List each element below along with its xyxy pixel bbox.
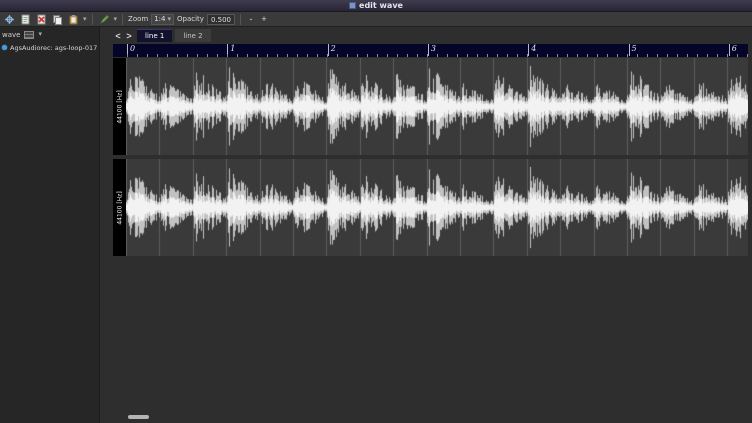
waveform-canvas-1[interactable]	[126, 159, 748, 256]
window-title: edit wave	[359, 1, 403, 10]
clear-button[interactable]	[35, 13, 48, 26]
window-icon	[349, 2, 356, 9]
tool-menu-button[interactable]	[98, 13, 111, 26]
wave-toolbar: ▾ ▾ Zoom 1:4 ▾ Opacity 0.500 - +	[0, 12, 752, 27]
wave-channel-0: 44100 [Hz]	[113, 58, 748, 155]
machine-radio-icon[interactable]	[2, 45, 7, 50]
tool-dropdown-arrow-icon[interactable]: ▾	[114, 13, 118, 26]
tab-bar: < > line 1 line 2	[113, 28, 211, 42]
sidebar-title: wave	[2, 31, 20, 39]
wave-grid-icon[interactable]	[24, 31, 34, 39]
tab-scroll-right-button[interactable]: >	[124, 29, 134, 42]
select-icon	[20, 14, 31, 25]
pencil-icon	[99, 14, 110, 25]
tab-line-2[interactable]: line 2	[175, 29, 210, 42]
position-cursor-button[interactable]	[3, 13, 16, 26]
copy-icon	[52, 14, 63, 25]
ruler-mark: 4	[528, 44, 536, 56]
machine-radio-row[interactable]: AgsAudiorec: ags-loop-017	[0, 42, 99, 53]
opacity-label: Opacity	[177, 15, 204, 23]
ruler-mark: 0	[127, 44, 135, 56]
tab-scroll-left-button[interactable]: <	[113, 29, 123, 42]
position-cursor-icon	[4, 14, 15, 25]
scrollbar-thumb[interactable]	[128, 415, 149, 419]
timeline-ruler[interactable]: 0 1 2 3 4 5 6	[113, 44, 748, 57]
zoom-dropdown-arrow-icon: ▾	[167, 13, 171, 26]
copy-button[interactable]	[51, 13, 64, 26]
waveform-canvas-0[interactable]	[126, 58, 748, 155]
zoom-in-button[interactable]: +	[259, 13, 269, 26]
wave-channel-1: 44100 [Hz]	[113, 159, 748, 256]
samplerate-label: 44100 [Hz]	[116, 90, 123, 123]
horizontal-scrollbar[interactable]	[127, 415, 748, 420]
opacity-input[interactable]: 0.500	[207, 14, 235, 25]
clear-icon	[36, 14, 47, 25]
ruler-mark: 6	[729, 44, 737, 56]
samplerate-label: 44100 [Hz]	[116, 191, 123, 224]
ruler-mark: 2	[328, 44, 336, 56]
machine-label: AgsAudiorec: ags-loop-017	[10, 44, 97, 52]
edit-dropdown-arrow-icon[interactable]: ▾	[83, 13, 87, 26]
titlebar[interactable]: edit wave	[0, 0, 752, 12]
zoom-value: 1:4	[154, 15, 165, 23]
tab-label: line 2	[183, 32, 202, 40]
tab-label: line 1	[145, 32, 164, 40]
paste-icon	[68, 14, 79, 25]
ruler-mark: 3	[428, 44, 436, 56]
sidebar: wave ▾ AgsAudiorec: ags-loop-017	[0, 27, 100, 423]
toolbar-separator	[122, 14, 123, 25]
tab-line-1[interactable]: line 1	[137, 29, 172, 42]
paste-button[interactable]	[67, 13, 80, 26]
sidebar-dropdown-arrow-icon[interactable]: ▾	[38, 28, 42, 41]
samplerate-strip-0: 44100 [Hz]	[113, 58, 126, 155]
toolbar-separator	[92, 14, 93, 25]
ruler-mark: 5	[629, 44, 637, 56]
select-button[interactable]	[19, 13, 32, 26]
sidebar-header: wave ▾	[0, 27, 99, 42]
samplerate-strip-1: 44100 [Hz]	[113, 159, 126, 256]
zoom-label: Zoom	[128, 15, 148, 23]
ruler-mark: 1	[227, 44, 235, 56]
zoom-out-button[interactable]: -	[246, 13, 256, 26]
toolbar-separator	[240, 14, 241, 25]
zoom-select[interactable]: 1:4 ▾	[151, 14, 174, 25]
wave-editor: < > line 1 line 2 0 1 2 3 4 5 6 44100 [Hz] 441…	[100, 27, 752, 423]
